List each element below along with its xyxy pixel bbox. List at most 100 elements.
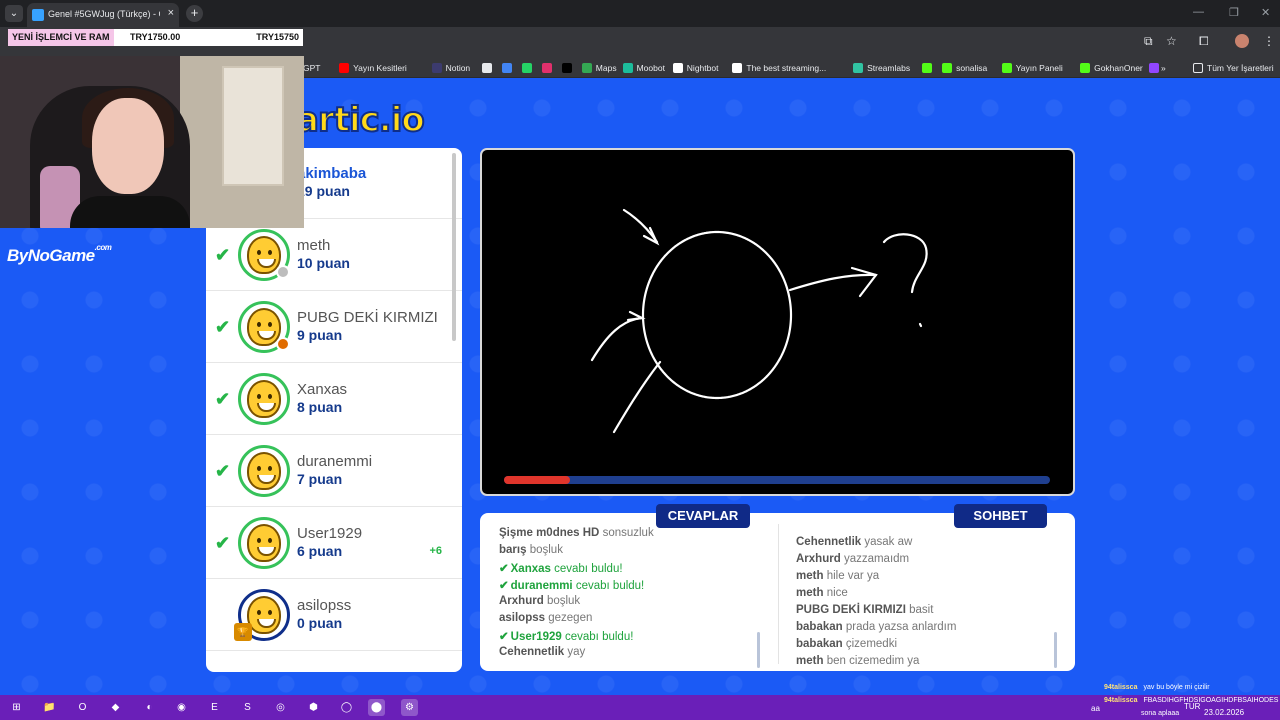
bookmark-favicon-icon (1149, 62, 1160, 73)
bookmark-item[interactable]: Notion (431, 61, 470, 74)
answer-correct: ✔ duranemmi cevabı buldu! (499, 578, 769, 595)
browser-menu-icon[interactable]: ⋮ (1263, 34, 1275, 48)
player-row[interactable]: 🏆 asilopss 0 puan (206, 579, 462, 651)
bookmark-item[interactable]: Maps (581, 61, 617, 74)
taskbar-app-icon[interactable]: 📁 (41, 699, 58, 716)
bookmark-star-icon[interactable]: ☆ (1166, 34, 1177, 48)
answer-item: Arxhurd boşluk (499, 595, 769, 612)
players-scrollbar[interactable] (452, 153, 456, 341)
bookmark-favicon-icon (672, 62, 683, 73)
player-row[interactable]: ✔ User1929 6 puan +6 (206, 507, 462, 579)
answer-text: gezegen (548, 612, 593, 624)
stream-chat-line-3: sona aplaaa (1141, 710, 1179, 717)
bookmark-favicon-icon (339, 62, 350, 73)
webcam-face (92, 98, 164, 194)
taskbar-app-icon[interactable]: O (74, 699, 91, 716)
chat-user: meth (796, 587, 824, 599)
chat-message: meth nice (796, 587, 1066, 604)
maximize-button[interactable]: ❐ (1229, 6, 1239, 19)
correct-check-icon: ✔ (499, 563, 509, 575)
bookmark-item[interactable] (481, 61, 496, 74)
bookmark-item[interactable] (501, 61, 516, 74)
taskbar-app-icon[interactable]: ◯ (338, 699, 355, 716)
answer-text: cevabı buldu! (575, 580, 645, 592)
taskbar-app-icon[interactable]: ◐ (141, 699, 158, 716)
taskbar-app-icon[interactable]: ⬤ (368, 699, 385, 716)
tab-chat[interactable]: SOHBET (954, 504, 1047, 528)
taskbar-app-icon[interactable]: ⊞ (8, 699, 25, 716)
bookmark-item[interactable]: The best streaming... (732, 61, 826, 74)
answer-user: duranemmi (510, 580, 573, 592)
tab-gartic[interactable]: Genel #5GWJug (Türkçe) - Gartic × (27, 3, 179, 27)
chat-text: hile var ya (826, 570, 880, 582)
bookmark-item[interactable] (561, 61, 576, 74)
tray-input-icon[interactable]: aa (1091, 704, 1100, 713)
gartic-logo[interactable]: artic.io (295, 99, 426, 141)
drawing-canvas[interactable] (480, 148, 1075, 496)
bookmarks-more-button[interactable]: » (1161, 61, 1166, 74)
drawn-arrow-right (788, 273, 878, 292)
answers-scrollbar[interactable] (757, 632, 760, 668)
close-window-button[interactable]: ✕ (1261, 6, 1270, 19)
bookmark-label: Yayın Paneli (1015, 62, 1063, 73)
answer-item: asilopss gezegen (499, 612, 769, 629)
bookmark-label: Maps (595, 62, 617, 73)
minimize-button[interactable]: — (1193, 6, 1204, 18)
chat-scrollbar[interactable] (1054, 632, 1057, 668)
webcam-overlay (0, 56, 304, 228)
player-name: duranemmi (297, 453, 373, 470)
player-row[interactable]: ✔ duranemmi 7 puan (206, 435, 462, 507)
answer-text: cevabı buldu! (565, 631, 634, 643)
bookmark-item[interactable] (521, 61, 536, 74)
tray-date[interactable]: 23.02.2026 (1204, 708, 1244, 717)
taskbar-app-icon[interactable]: ◎ (272, 699, 289, 716)
bookmark-item[interactable]: Yayın Kesitleri (339, 61, 407, 74)
extensions-icon[interactable]: ⧠ (1199, 34, 1209, 49)
taskbar-app-icon[interactable]: ◆ (107, 699, 124, 716)
answer-text: boşluk (546, 595, 581, 607)
bookmark-item[interactable]: GokhanOner (1080, 61, 1143, 74)
folder-icon (1193, 62, 1203, 73)
bookmark-item[interactable]: Yayın Paneli (1001, 61, 1063, 74)
panel-divider (778, 524, 779, 664)
trophy-icon: 🏆 (234, 623, 252, 641)
bookmark-item[interactable]: Nightbot (672, 61, 718, 74)
player-row[interactable]: ✔ meth 10 puan (206, 219, 462, 291)
stream-chat-user-1: 94talissca (1104, 684, 1138, 691)
drawn-line-left-head (626, 310, 646, 322)
tab-close-icon[interactable]: × (168, 7, 174, 19)
answer-item: barış boşluk (499, 544, 769, 561)
profile-avatar[interactable] (1235, 34, 1249, 48)
bookmark-label: sonalisa (956, 62, 988, 73)
new-tab-button[interactable]: + (186, 5, 203, 22)
chat-message: babakan prada yazsa anlardım (796, 621, 1066, 638)
answer-text: boşluk (529, 544, 563, 556)
taskbar-app-icon[interactable]: ⚙ (401, 699, 418, 716)
bookmark-item[interactable]: GPT (303, 61, 320, 74)
bookmark-item[interactable]: sonalisa (942, 61, 987, 74)
sponsor-name: ByNoGame (7, 246, 95, 265)
all-bookmarks-folder[interactable]: Tüm Yer İşaretleri (1193, 61, 1274, 74)
taskbar-app-icon[interactable]: S (239, 699, 256, 716)
chat-message: Arxhurd yazzamaıdm (796, 553, 1066, 570)
bookmark-item[interactable]: Moobot (622, 61, 665, 74)
player-name: User1929 (297, 525, 363, 542)
bookmark-favicon-icon (561, 62, 572, 73)
player-row[interactable]: ✔ PUBG DEKİ KIRMIZI 9 puan (206, 291, 462, 363)
tab-search-button[interactable]: ⌄ (5, 5, 23, 22)
chat-text: yasak aw (864, 536, 913, 548)
install-app-icon[interactable]: ⧉ (1144, 34, 1153, 49)
taskbar-app-icon[interactable]: ⬢ (305, 699, 322, 716)
correct-check-icon: ✔ (499, 580, 509, 592)
bookmark-item[interactable] (541, 61, 556, 74)
bookmark-item[interactable]: Streamlabs (853, 61, 910, 74)
player-status-dot (276, 337, 290, 351)
answer-user: User1929 (510, 631, 562, 643)
taskbar-app-icon[interactable]: E (206, 699, 223, 716)
chat-message: PUBG DEKİ KIRMIZI basit (796, 604, 1066, 621)
taskbar-app-icon[interactable]: ◉ (173, 699, 190, 716)
bookmark-item[interactable] (922, 61, 936, 74)
tab-answers[interactable]: CEVAPLAR (656, 504, 750, 528)
player-row[interactable]: ✔ Xanxas 8 puan (206, 363, 462, 435)
stream-chat-text-1: yav bu böyle mi çizilir (1143, 684, 1210, 691)
